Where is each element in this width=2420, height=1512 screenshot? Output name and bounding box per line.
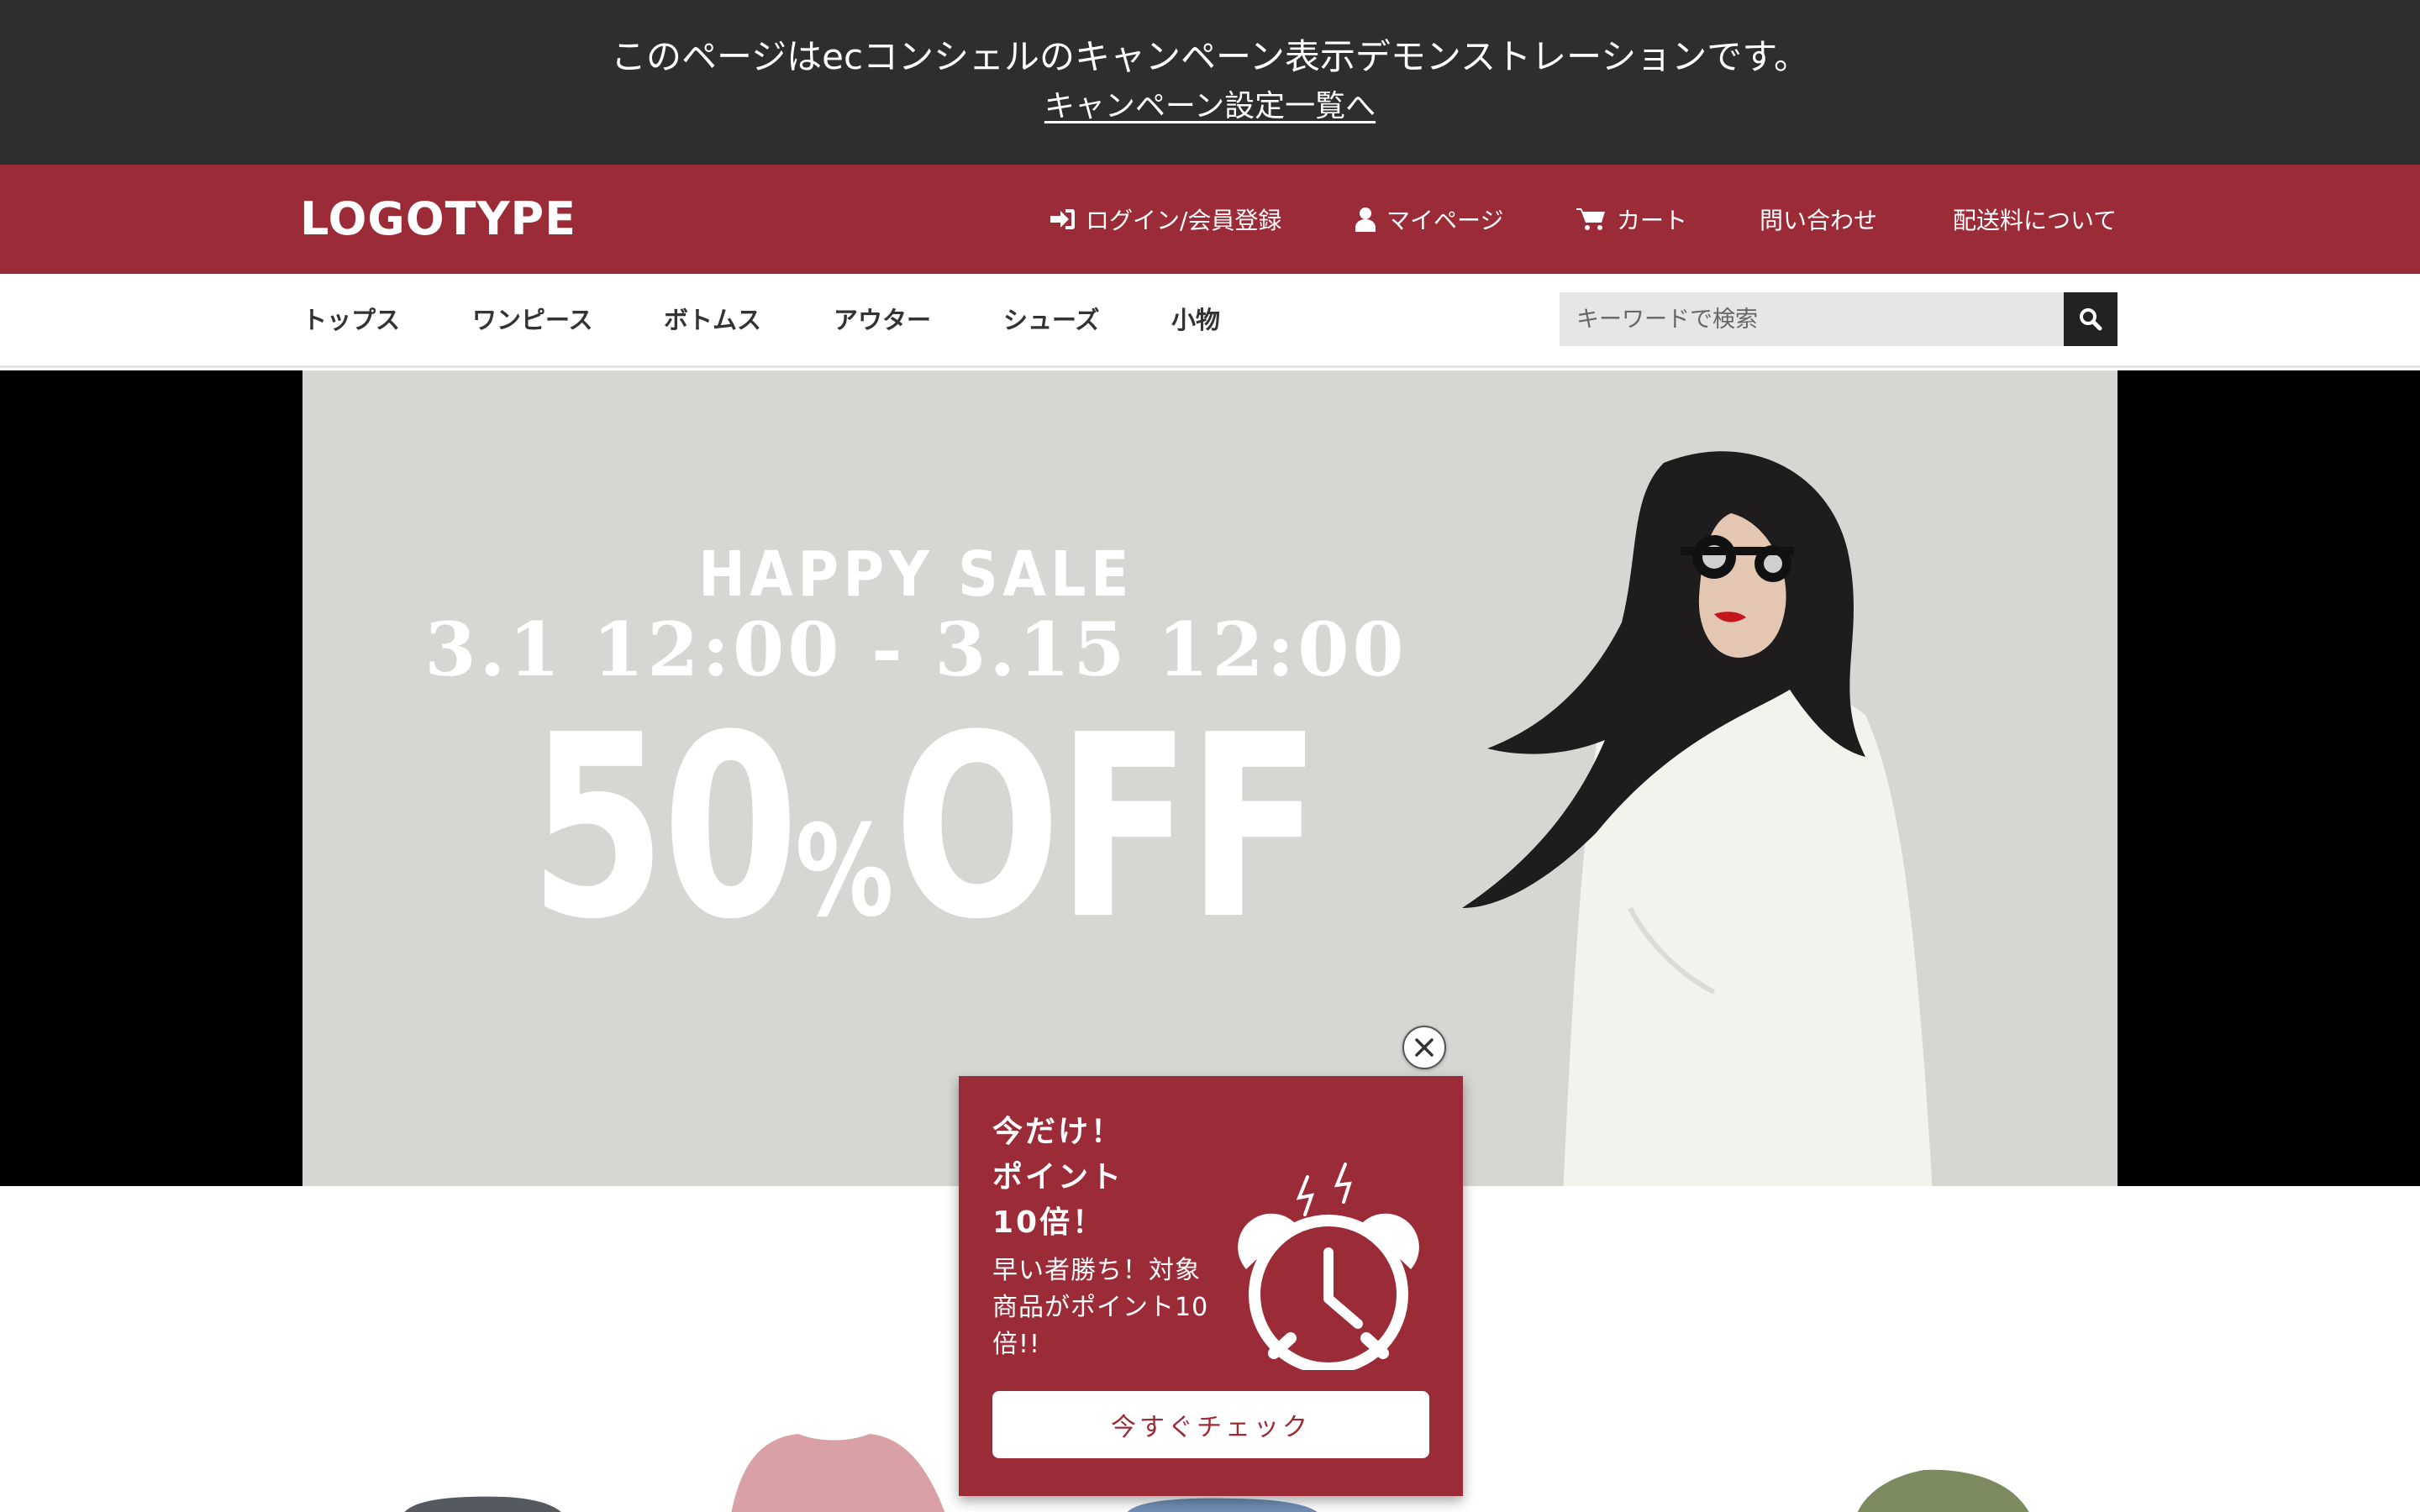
nav-login-label: ログイン/会員登録 bbox=[1086, 207, 1282, 234]
site-header: LOGOTYPE ログイン/会員登録 マイページ カート 問い合わせ 配送料につ… bbox=[0, 165, 2420, 274]
product-thumb-4[interactable] bbox=[1857, 1469, 2029, 1512]
category-outer[interactable]: アウター bbox=[834, 274, 931, 366]
popup-headline: 今だけ！ ポイント 10倍！ bbox=[992, 1115, 1124, 1240]
category-accessories[interactable]: 小物 bbox=[1171, 274, 1220, 366]
search-button[interactable] bbox=[2064, 292, 2118, 346]
nav-cart[interactable]: カート bbox=[1576, 165, 1687, 274]
nav-shipping[interactable]: 配送料について bbox=[1953, 165, 2117, 274]
cart-icon bbox=[1576, 207, 1607, 232]
search-box bbox=[1560, 292, 2118, 346]
search-icon bbox=[2080, 308, 2102, 331]
product-thumb-2[interactable] bbox=[731, 1434, 945, 1512]
nav-mypage[interactable]: マイページ bbox=[1355, 165, 1503, 274]
sale-title: HAPPY SALE bbox=[698, 538, 1134, 611]
nav-login[interactable]: ログイン/会員登録 bbox=[1049, 165, 1281, 274]
demo-banner: このページはecコンシェルのキャンペーン表示デモンストレーションです。 キャンペ… bbox=[0, 0, 2420, 165]
search-input[interactable] bbox=[1560, 292, 2064, 346]
close-icon bbox=[1415, 1038, 1434, 1057]
sale-period: 3.1 12:00 - 3.15 12:00 bbox=[424, 606, 1407, 693]
sale-discount: 50%OFF bbox=[529, 681, 1322, 974]
product-thumb-3[interactable] bbox=[1126, 1498, 1319, 1512]
hero-banner[interactable]: HAPPY SALE 3.1 12:00 - 3.15 12:00 50%OFF bbox=[0, 370, 2420, 1186]
category-onepiece[interactable]: ワンピース bbox=[472, 274, 593, 366]
campaign-list-link[interactable]: キャンペーン設定一覧へ bbox=[1044, 89, 1376, 123]
model-photo bbox=[1462, 451, 1933, 1186]
category-shoes[interactable]: シューズ bbox=[1003, 274, 1100, 366]
user-icon bbox=[1355, 207, 1376, 232]
category-bottoms[interactable]: ボトムス bbox=[664, 274, 761, 366]
alarm-clock-icon bbox=[1238, 1163, 1419, 1370]
popup-body: 早い者勝ち！対象商品がポイント10倍!! bbox=[992, 1256, 1209, 1359]
nav-contact[interactable]: 問い合わせ bbox=[1760, 165, 1877, 274]
popup-close-button[interactable] bbox=[1402, 1026, 1446, 1069]
category-tops[interactable]: トップス bbox=[302, 274, 400, 366]
category-nav: トップス ワンピース ボトムス アウター シューズ 小物 bbox=[0, 274, 2420, 368]
sign-in-icon bbox=[1049, 207, 1076, 231]
product-thumb-1[interactable] bbox=[403, 1496, 563, 1512]
nav-cart-label: カート bbox=[1617, 207, 1688, 234]
nav-contact-label: 問い合わせ bbox=[1760, 207, 1878, 234]
check-now-button[interactable]: 今すぐチェック bbox=[992, 1391, 1429, 1458]
nav-mypage-label: マイページ bbox=[1386, 207, 1504, 234]
hero-image: HAPPY SALE 3.1 12:00 - 3.15 12:00 50%OFF bbox=[302, 370, 2118, 1186]
logo[interactable]: LOGOTYPE bbox=[300, 190, 576, 249]
campaign-popup: 今だけ！ ポイント 10倍！ 早い者勝ち！対象商品がポイント10倍!! 今すぐチ… bbox=[959, 1076, 1463, 1496]
demo-message: このページはecコンシェルのキャンペーン表示デモンストレーションです。 bbox=[610, 36, 1810, 77]
nav-shipping-label: 配送料について bbox=[1953, 207, 2118, 234]
